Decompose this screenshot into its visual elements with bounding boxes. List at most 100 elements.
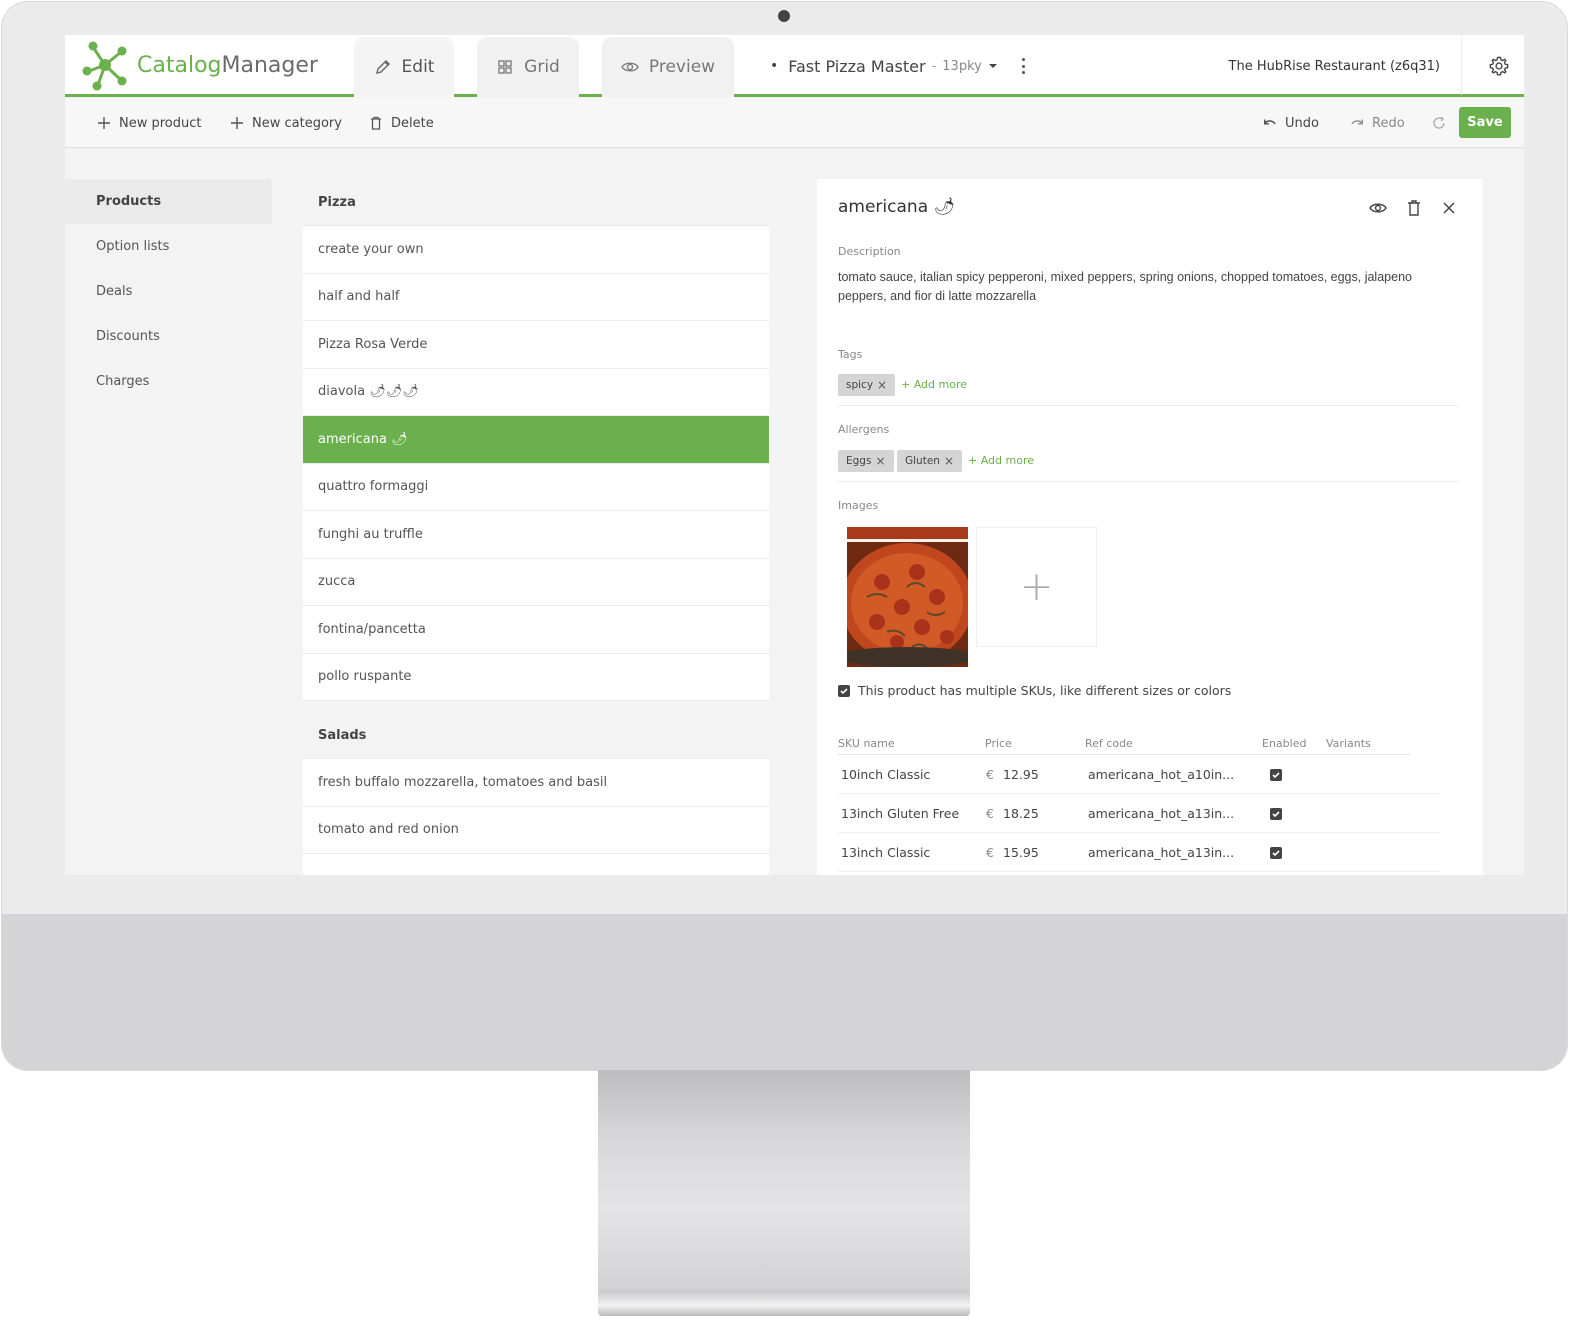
description-field[interactable]: tomato sauce, italian spicy pepperoni, m… <box>838 268 1458 306</box>
undo-button[interactable]: Undo <box>1263 98 1319 148</box>
undo-icon <box>1264 119 1276 125</box>
catalog-version: 13pky <box>942 58 982 74</box>
list-item[interactable]: funghi au truffle <box>303 511 769 559</box>
toolbar: New product New category Delete Undo Red… <box>65 98 1524 148</box>
app-logo[interactable]: CatalogManager <box>81 35 318 95</box>
network-logo-icon <box>82 41 127 91</box>
catalog-separator: - <box>931 58 937 74</box>
category-header[interactable]: Salads <box>303 712 769 759</box>
sidebar: Products Option lists Deals Discounts Ch… <box>65 179 272 404</box>
redo-label: Redo <box>1372 115 1405 131</box>
account-name[interactable]: The HubRise Restaurant (z6q31) <box>1229 35 1440 97</box>
more-menu-icon[interactable] <box>1015 55 1031 77</box>
category-pizza: Pizza create your own half and half Pizz… <box>303 179 769 701</box>
list-item[interactable]: zucca <box>303 558 769 606</box>
catalog-name: Fast Pizza Master <box>788 56 926 76</box>
catalog-selector[interactable]: • Fast Pizza Master - 13pky <box>770 35 998 97</box>
sku-ref-code[interactable]: americana_hot_a13in... <box>1088 833 1234 872</box>
header-divider <box>1461 35 1462 95</box>
sidebar-item-products[interactable]: Products <box>65 179 272 224</box>
new-category-label: New category <box>252 115 342 131</box>
pizza-image <box>847 527 968 667</box>
sku-price[interactable]: 15.95 <box>1003 833 1039 872</box>
divider <box>838 405 1458 406</box>
list-item[interactable]: tomato and red onion <box>303 806 769 854</box>
sku-row: 13inch Gluten Free € 18.25 americana_hot… <box>838 794 1440 833</box>
tag-chip-label: spicy <box>846 379 874 391</box>
ref-code-header: Ref code <box>1085 737 1133 750</box>
description-label: Description <box>838 245 901 258</box>
grid-icon <box>498 60 512 74</box>
tag-chip[interactable]: spicy × <box>838 374 896 396</box>
unsaved-dot-icon: • <box>770 58 779 74</box>
caret-down-icon <box>988 64 997 68</box>
product-image[interactable] <box>847 527 968 667</box>
tab-edit-label: Edit <box>401 57 435 77</box>
tab-grid[interactable]: Grid <box>477 37 579 97</box>
sidebar-item-deals[interactable]: Deals <box>65 269 272 314</box>
currency-symbol: € <box>986 845 994 860</box>
plus-icon <box>231 117 243 129</box>
checkbox-checked-icon[interactable] <box>838 684 850 697</box>
gear-icon[interactable] <box>1488 55 1510 77</box>
category-salads: Salads fresh buffalo mozzarella, tomatoe… <box>303 712 769 875</box>
list-item[interactable]: fontina/pancetta <box>303 606 769 654</box>
remove-icon[interactable]: × <box>944 454 954 468</box>
category-header[interactable]: Pizza <box>303 179 769 226</box>
logo-text-part2: Manager <box>221 52 318 78</box>
monitor-stand <box>598 1070 970 1302</box>
multiple-skus-label: This product has multiple SKUs, like dif… <box>858 683 1232 698</box>
allergen-chip[interactable]: Eggs × <box>838 450 894 472</box>
sku-name[interactable]: 10inch Classic <box>841 755 930 794</box>
sku-row: 13inch Classic € 15.95 americana_hot_a13… <box>838 833 1440 872</box>
undo-label: Undo <box>1285 115 1319 131</box>
list-item[interactable]: half and half <box>303 273 769 321</box>
delete-label: Delete <box>391 115 434 131</box>
remove-icon[interactable]: × <box>877 378 887 392</box>
list-item[interactable]: Pizza Rosa Verde <box>303 321 769 369</box>
refresh-button[interactable] <box>1432 98 1446 148</box>
list-item[interactable]: fresh buffalo mozzarella, tomatoes and b… <box>303 759 769 807</box>
list-item[interactable]: quattro formaggi <box>303 463 769 511</box>
sku-ref-code[interactable]: americana_hot_a10in... <box>1088 755 1234 794</box>
add-image-button[interactable]: + <box>976 527 1097 647</box>
sidebar-item-charges[interactable]: Charges <box>65 359 272 404</box>
tab-edit[interactable]: Edit <box>354 37 454 97</box>
sku-row: 10inch Classic € 12.95 americana_hot_a10… <box>838 755 1440 794</box>
allergen-chip[interactable]: Gluten × <box>897 450 963 472</box>
monitor-chin <box>2 914 1567 1070</box>
tab-preview[interactable]: Preview <box>602 37 734 97</box>
new-product-label: New product <box>119 115 202 131</box>
add-allergen-link[interactable]: + Add more <box>968 454 1034 467</box>
remove-icon[interactable]: × <box>875 454 885 468</box>
list-item[interactable]: create your own <box>303 226 769 274</box>
sku-ref-code[interactable]: americana_hot_a13in... <box>1088 794 1234 833</box>
add-tag-link[interactable]: + Add more <box>901 378 967 391</box>
sku-name[interactable]: 13inch Gluten Free <box>841 794 959 833</box>
sku-price[interactable]: 12.95 <box>1003 755 1039 794</box>
eye-icon <box>621 62 639 72</box>
app-screen: CatalogManager Edit Grid Preview • Fast … <box>65 35 1524 875</box>
trash-icon[interactable] <box>1405 199 1423 217</box>
tab-grid-label: Grid <box>524 57 560 77</box>
pencil-icon <box>375 60 390 74</box>
new-product-button[interactable]: New product <box>97 98 202 148</box>
list-item[interactable]: pollo ruspante <box>303 653 769 701</box>
sidebar-item-option-lists[interactable]: Option lists <box>65 224 272 269</box>
trash-icon <box>371 116 381 130</box>
sku-price[interactable]: 18.25 <box>1003 794 1039 833</box>
delete-button[interactable]: Delete <box>369 98 434 148</box>
sku-name[interactable]: 13inch Classic <box>841 833 930 872</box>
sidebar-item-discounts[interactable]: Discounts <box>65 314 272 359</box>
product-title: americana 🌶 <box>838 197 956 217</box>
save-button[interactable]: Save <box>1459 107 1511 138</box>
eye-icon[interactable] <box>1369 199 1387 217</box>
close-icon[interactable] <box>1440 199 1458 217</box>
multiple-skus-checkbox[interactable]: This product has multiple SKUs, like dif… <box>838 683 1231 698</box>
list-item-selected[interactable]: americana 🌶 <box>303 416 769 464</box>
list-item[interactable]: diavola 🌶🌶🌶 <box>303 368 769 416</box>
redo-button[interactable]: Redo <box>1350 98 1405 148</box>
plus-icon <box>98 117 110 129</box>
new-category-button[interactable]: New category <box>230 98 342 148</box>
logo-text: CatalogManager <box>137 53 318 78</box>
